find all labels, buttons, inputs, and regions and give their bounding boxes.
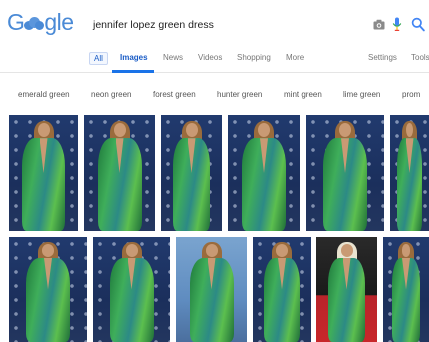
result-image-10[interactable] bbox=[253, 237, 311, 342]
result-image-8[interactable] bbox=[93, 237, 170, 342]
face bbox=[205, 244, 218, 257]
person-figure bbox=[228, 115, 300, 231]
person-figure bbox=[9, 237, 87, 342]
face bbox=[339, 123, 351, 138]
person-figure bbox=[253, 237, 311, 342]
face bbox=[185, 123, 198, 138]
result-image-9[interactable] bbox=[176, 237, 247, 342]
person-figure bbox=[383, 237, 429, 342]
face bbox=[125, 244, 138, 257]
face bbox=[406, 123, 413, 138]
face bbox=[340, 244, 353, 257]
result-image-11[interactable] bbox=[316, 237, 377, 342]
person-figure bbox=[84, 115, 155, 231]
result-image-3[interactable] bbox=[161, 115, 222, 231]
result-image-5[interactable] bbox=[306, 115, 384, 231]
result-image-4[interactable] bbox=[228, 115, 300, 231]
person-figure bbox=[93, 237, 170, 342]
person-figure bbox=[306, 115, 384, 231]
face bbox=[258, 123, 270, 138]
person-figure bbox=[390, 115, 429, 231]
result-image-2[interactable] bbox=[84, 115, 155, 231]
face bbox=[276, 244, 288, 257]
result-image-6[interactable] bbox=[390, 115, 429, 231]
face bbox=[113, 123, 126, 138]
person-figure bbox=[161, 115, 222, 231]
image-results-grid bbox=[0, 0, 429, 342]
face bbox=[37, 123, 50, 138]
face bbox=[42, 244, 54, 257]
person-figure bbox=[9, 115, 78, 231]
person-figure bbox=[176, 237, 247, 342]
person-figure bbox=[316, 237, 377, 342]
result-image-12[interactable] bbox=[383, 237, 429, 342]
result-image-7[interactable] bbox=[9, 237, 87, 342]
result-image-1[interactable] bbox=[9, 115, 78, 231]
